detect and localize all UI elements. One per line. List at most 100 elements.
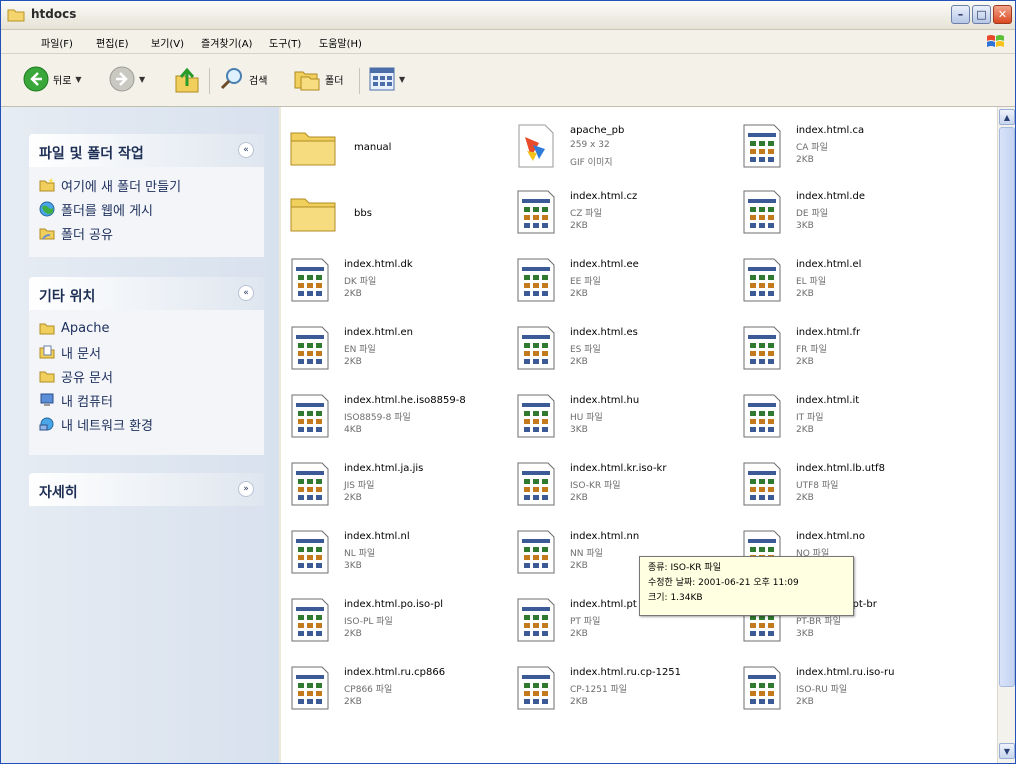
title-bar[interactable]: htdocs – □ ✕: [1, 1, 1015, 30]
file-item[interactable]: index.html.ru.cp866 CP866 파일 2KB: [281, 657, 506, 721]
file-size: 2KB: [570, 561, 588, 571]
file-item[interactable]: index.html.es ES 파일 2KB: [507, 317, 732, 381]
task-share-folder[interactable]: 폴더 공유: [39, 221, 264, 245]
html-document-icon: [743, 462, 781, 506]
dropdown-arrow-icon[interactable]: ▼: [399, 75, 405, 84]
folders-button[interactable]: 폴더: [293, 66, 343, 92]
file-name: index.html.ru.cp866: [344, 667, 446, 678]
file-name: index.html.ru.iso-ru: [796, 667, 895, 678]
scroll-down-button[interactable]: ▼: [999, 743, 1015, 759]
html-document-icon: [743, 190, 781, 234]
share-folder-icon: [39, 228, 55, 240]
windows-logo-icon: [987, 35, 1004, 47]
views-icon: [369, 67, 395, 91]
panel-header[interactable]: 파일 및 폴더 작업 «: [29, 134, 264, 167]
folder-icon: [290, 132, 336, 166]
scroll-thumb[interactable]: [999, 127, 1015, 687]
back-arrow-icon: [23, 66, 49, 92]
file-name: index.html.po.iso-pl: [344, 599, 443, 610]
file-list[interactable]: manual apache_pb 259 x 32 GIF 이미지 index.html…: [281, 107, 997, 763]
file-item[interactable]: index.html.kr.iso-kr ISO-KR 파일 2KB: [507, 453, 732, 517]
folders-icon: [294, 71, 320, 91]
file-type: UTF8 파일: [796, 481, 839, 491]
file-size: 2KB: [570, 493, 588, 503]
file-item[interactable]: index.html.fr FR 파일 2KB: [733, 317, 958, 381]
place-apache[interactable]: Apache: [39, 316, 264, 340]
file-item[interactable]: index.html.cz CZ 파일 2KB: [507, 181, 732, 245]
menu-file[interactable]: 파일(F): [41, 35, 73, 50]
file-item[interactable]: index.html.nl NL 파일 3KB: [281, 521, 506, 585]
place-shared-documents[interactable]: 공유 문서: [39, 364, 264, 388]
file-size: 4KB: [344, 425, 362, 435]
dropdown-arrow-icon[interactable]: ▼: [75, 75, 81, 84]
task-web-publish[interactable]: 폴더를 웹에 게시: [39, 197, 264, 221]
maximize-button[interactable]: □: [972, 5, 991, 24]
panel-header[interactable]: 자세히 »: [29, 473, 264, 506]
panel-header[interactable]: 기타 위치 «: [29, 277, 264, 310]
up-folder-icon: [175, 67, 199, 93]
folder-item[interactable]: manual: [281, 115, 506, 179]
forward-button[interactable]: ▼: [109, 66, 145, 92]
place-my-computer[interactable]: 내 컴퓨터: [39, 388, 264, 412]
file-type: FR 파일: [796, 345, 827, 355]
dropdown-arrow-icon[interactable]: ▼: [139, 75, 145, 84]
gif-image-icon: [518, 124, 554, 168]
file-item[interactable]: apache_pb 259 x 32 GIF 이미지: [507, 115, 732, 179]
html-document-icon: [743, 258, 781, 302]
expand-icon[interactable]: »: [238, 481, 254, 497]
place-my-documents[interactable]: 내 문서: [39, 340, 264, 364]
html-document-icon: [291, 326, 329, 370]
menu-view[interactable]: 보기(V): [151, 35, 184, 50]
collapse-icon[interactable]: «: [238, 285, 254, 301]
file-size: 2KB: [570, 289, 588, 299]
file-item[interactable]: index.html.ru.cp-1251 CP-1251 파일 2KB: [507, 657, 732, 721]
html-document-icon: [517, 394, 555, 438]
menu-bar: 파일(F) 편집(E) 보기(V) 즐겨찾기(A) 도구(T) 도움말(H): [1, 30, 1015, 54]
file-item[interactable]: index.html.he.iso8859-8 ISO8859-8 파일 4KB: [281, 385, 506, 449]
search-button[interactable]: 검색: [219, 66, 267, 92]
menu-tools[interactable]: 도구(T): [269, 35, 301, 50]
file-item[interactable]: index.html.el EL 파일 2KB: [733, 249, 958, 313]
file-size: 2KB: [570, 221, 588, 231]
explorer-window: htdocs – □ ✕ 파일(F) 편집(E) 보기(V) 즐겨찾기(A) 도…: [0, 0, 1016, 764]
file-type: PT 파일: [570, 617, 601, 627]
file-type: EE 파일: [570, 277, 601, 287]
file-tooltip: 종류: ISO-KR 파일 수정한 날짜: 2001-06-21 오후 11:0…: [639, 556, 854, 616]
file-item[interactable]: index.html.ee EE 파일 2KB: [507, 249, 732, 313]
file-item[interactable]: index.html.hu HU 파일 3KB: [507, 385, 732, 449]
file-item[interactable]: index.html.de DE 파일 3KB: [733, 181, 958, 245]
back-button[interactable]: 뒤로 ▼: [23, 66, 82, 92]
file-item[interactable]: index.html.en EN 파일 2KB: [281, 317, 506, 381]
html-document-icon: [517, 258, 555, 302]
close-button[interactable]: ✕: [993, 5, 1012, 24]
file-type: ISO8859-8 파일: [344, 413, 411, 423]
task-new-folder[interactable]: 여기에 새 폴더 만들기: [39, 173, 264, 197]
toolbar: 뒤로 ▼ ▼ 검색 폴더 ▼: [1, 54, 1015, 107]
menu-favorites[interactable]: 즐겨찾기(A): [201, 35, 252, 50]
collapse-icon[interactable]: «: [238, 142, 254, 158]
file-item[interactable]: index.html.ja.jis JIS 파일 2KB: [281, 453, 506, 517]
file-item[interactable]: index.html.lb.utf8 UTF8 파일 2KB: [733, 453, 958, 517]
html-document-icon: [517, 598, 555, 642]
folder-item[interactable]: bbs: [281, 181, 506, 245]
tooltip-size: 크기: 1.34KB: [648, 593, 703, 603]
file-item[interactable]: index.html.ca CA 파일 2KB: [733, 115, 958, 179]
file-size: 3KB: [570, 425, 588, 435]
scroll-up-button[interactable]: ▲: [999, 109, 1015, 125]
file-name: index.html.en: [344, 327, 413, 338]
file-item[interactable]: index.html.it IT 파일 2KB: [733, 385, 958, 449]
file-item[interactable]: index.html.po.iso-pl ISO-PL 파일 2KB: [281, 589, 506, 653]
place-network[interactable]: 내 네트워크 환경: [39, 412, 264, 436]
file-size: GIF 이미지: [570, 158, 613, 168]
menu-help[interactable]: 도움말(H): [319, 35, 362, 50]
menu-edit[interactable]: 편집(E): [96, 35, 129, 50]
minimize-button[interactable]: –: [951, 5, 970, 24]
file-item[interactable]: index.html.ru.iso-ru ISO-RU 파일 2KB: [733, 657, 958, 721]
file-size: 3KB: [344, 561, 362, 571]
up-folder-button[interactable]: [173, 64, 201, 94]
vertical-scrollbar[interactable]: ▲ ▼: [997, 107, 1015, 763]
views-button[interactable]: ▼: [369, 67, 405, 91]
file-item[interactable]: index.html.dk DK 파일 2KB: [281, 249, 506, 313]
file-name: index.html.de: [796, 191, 865, 202]
tooltip-type: 종류: ISO-KR 파일: [648, 563, 721, 573]
